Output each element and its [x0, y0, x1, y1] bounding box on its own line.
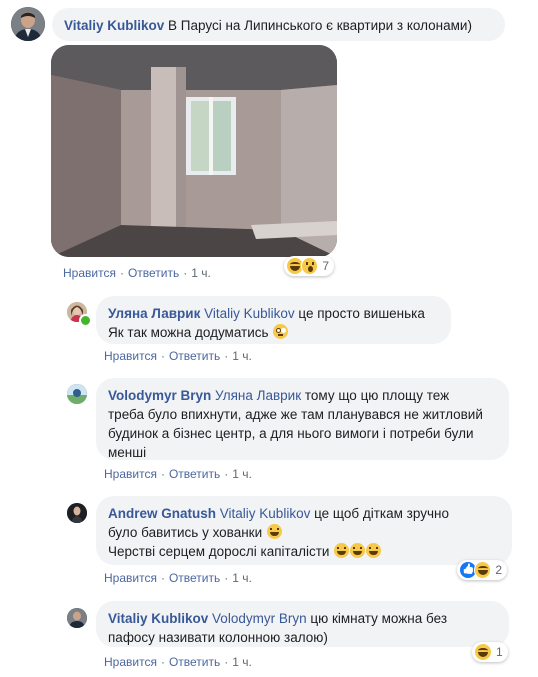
comment-bubble: Volodymyr Bryn Уляна Лаврик тому що цю п…	[96, 378, 509, 460]
comment-author[interactable]: Volodymyr Bryn	[108, 388, 211, 403]
comment-photo[interactable]	[51, 45, 337, 257]
timestamp[interactable]: 1 ч.	[232, 571, 252, 585]
grin-face-icon	[266, 524, 282, 539]
avatar-photo	[11, 7, 45, 41]
comment-actions: Нравится · Ответить · 1 ч.	[104, 349, 252, 363]
like-link[interactable]: Нравится	[63, 266, 116, 280]
laughing-face-icon	[334, 543, 350, 558]
timestamp[interactable]: 1 ч.	[232, 349, 252, 363]
reply-link[interactable]: Ответить	[169, 655, 220, 669]
reaction-count: 1	[496, 645, 503, 659]
avatar[interactable]	[11, 7, 45, 41]
comment-text: Як так можна додуматись	[108, 325, 273, 340]
avatar-photo	[67, 608, 87, 628]
comment-actions: Нравится · Ответить · 1 ч.	[104, 571, 252, 585]
like-link[interactable]: Нравится	[104, 349, 157, 363]
comment-author[interactable]: Vitaliy Kublikov	[108, 611, 208, 626]
comment-actions: Нравится · Ответить · 1 ч.	[104, 655, 252, 669]
comment-actions: Нравится · Ответить · 1 ч.	[63, 266, 211, 280]
comment-text: це щоб діткам зручно	[310, 506, 449, 521]
timestamp[interactable]: 1 ч.	[232, 655, 252, 669]
reply-link[interactable]: Ответить	[169, 571, 220, 585]
comment-text: В Парусі на Липинського є квартири з кол…	[164, 18, 472, 33]
avatar-photo	[67, 384, 87, 404]
comment-author[interactable]: Vitaliy Kublikov	[64, 18, 164, 33]
online-status-icon	[79, 314, 92, 327]
reaction-summary[interactable]: 2	[457, 560, 507, 580]
reaction-count: 7	[322, 259, 329, 273]
like-link[interactable]: Нравится	[104, 571, 157, 585]
comment-text: треба було впихнути, адже же там планува…	[108, 407, 483, 422]
reaction-summary[interactable]: 1	[472, 642, 508, 662]
reaction-count: 2	[495, 563, 502, 577]
room-image	[51, 45, 337, 257]
avatar[interactable]	[67, 608, 87, 628]
comment-text: менші	[108, 445, 147, 460]
avatar-photo	[67, 503, 87, 523]
comment-text: будинок а бізнес центр, а для нього вимо…	[108, 426, 474, 441]
comment-text: це просто вишенька	[294, 306, 425, 321]
laughing-face-icon	[366, 543, 382, 558]
comment-bubble: Vitaliy Kublikov В Парусі на Липинського…	[52, 8, 505, 41]
haha-icon	[473, 561, 492, 579]
comment-text: Черстві серцем дорослі капіталісти	[108, 544, 334, 559]
laughing-face-icon	[350, 543, 366, 558]
comment-bubble: Уляна Лаврик Vitaliy Kublikov це просто …	[96, 296, 451, 344]
mention-link[interactable]: Vitaliy Kublikov	[220, 506, 311, 521]
wow-icon	[300, 257, 319, 275]
comment-author[interactable]: Уляна Лаврик	[108, 306, 200, 321]
timestamp[interactable]: 1 ч.	[232, 467, 252, 481]
reply-link[interactable]: Ответить	[128, 266, 179, 280]
like-link[interactable]: Нравится	[104, 467, 157, 481]
timestamp[interactable]: 1 ч.	[191, 266, 211, 280]
comment-author[interactable]: Andrew Gnatush	[108, 506, 216, 521]
mention-link[interactable]: Volodymyr Bryn	[212, 611, 307, 626]
comment-bubble: Andrew Gnatush Vitaliy Kublikov це щоб д…	[96, 496, 512, 565]
flushed-face-icon	[273, 324, 289, 339]
comment-text: тому що цю площу теж	[301, 388, 450, 403]
comment-actions: Нравится · Ответить · 1 ч.	[104, 467, 252, 481]
comment-text: цю кімнату можна без	[306, 611, 448, 626]
mention-link[interactable]: Уляна Лаврик	[215, 388, 301, 403]
comment-text: пафосу називати колонною залою)	[108, 630, 328, 645]
reaction-summary[interactable]: 7	[284, 256, 334, 276]
comment-text: було бавитись у хованки	[108, 525, 266, 540]
reply-link[interactable]: Ответить	[169, 349, 220, 363]
avatar[interactable]	[67, 384, 87, 404]
haha-icon	[474, 643, 492, 661]
reply-link[interactable]: Ответить	[169, 467, 220, 481]
mention-link[interactable]: Vitaliy Kublikov	[204, 306, 295, 321]
comment-bubble: Vitaliy Kublikov Volodymyr Bryn цю кімна…	[96, 601, 509, 647]
like-link[interactable]: Нравится	[104, 655, 157, 669]
avatar[interactable]	[67, 503, 87, 523]
